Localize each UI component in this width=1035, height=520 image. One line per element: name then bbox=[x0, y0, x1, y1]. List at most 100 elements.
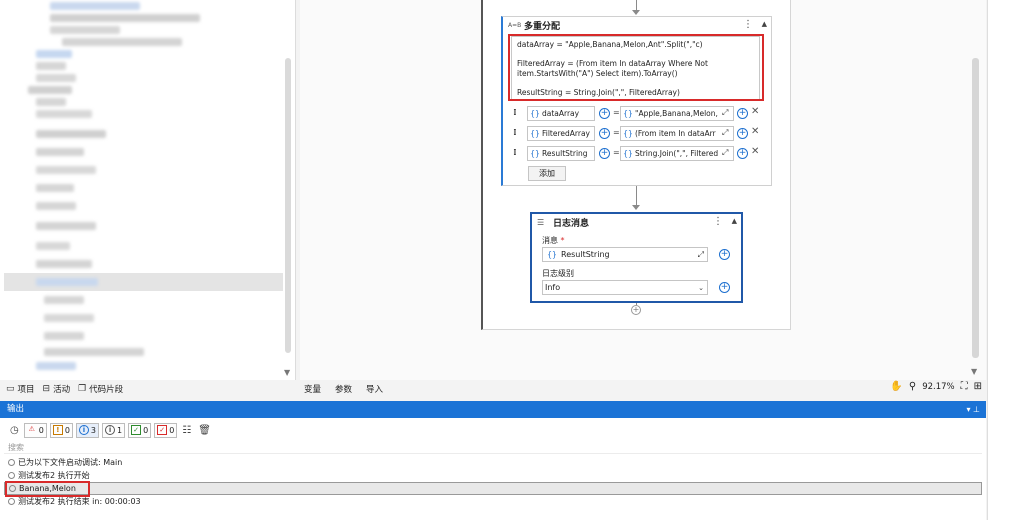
add-variable-icon[interactable]: + bbox=[737, 108, 748, 119]
assign-value: String.Join(",", Filtered bbox=[635, 149, 719, 158]
log-line[interactable]: 已为以下文件启动调试: Main bbox=[4, 456, 982, 469]
assign-to-field[interactable]: {} FilteredArray bbox=[527, 126, 595, 141]
left-scrollbar-thumb[interactable] bbox=[285, 58, 291, 353]
equals-sign: = bbox=[613, 108, 620, 117]
add-activity-icon[interactable]: + bbox=[631, 305, 641, 315]
connector-line bbox=[636, 0, 637, 10]
activity-header[interactable]: ☰ 日志消息 ⋮ ▲ bbox=[532, 214, 741, 231]
trace-count: 1 bbox=[117, 425, 123, 435]
drag-handle-icon[interactable]: ⁞⁞ bbox=[513, 128, 516, 138]
tab-label: 活动 bbox=[53, 385, 71, 395]
message-field[interactable]: {} ResultString ⤢ bbox=[542, 247, 708, 262]
filter-errors-button[interactable]: ⚠ 0 bbox=[23, 422, 47, 438]
add-variable-icon[interactable]: + bbox=[599, 108, 610, 119]
activity-title: 多重分配 bbox=[524, 22, 561, 32]
log-line[interactable]: 测试发布2 执行结束 in: 00:00:03 bbox=[4, 495, 982, 508]
expression-icon: {} bbox=[530, 109, 540, 118]
more-options-icon[interactable]: ⋮ bbox=[713, 216, 723, 227]
drag-handle-icon[interactable]: ⁞⁞ bbox=[513, 108, 516, 118]
multiple-assign-activity[interactable]: A=B 多重分配 ⋮ ▲ dataArray = "Apple,Banana,M… bbox=[501, 16, 772, 186]
tab-label: 项目 bbox=[17, 385, 35, 395]
project-tree-panel: ▼ bbox=[0, 0, 296, 380]
expand-editor-icon[interactable]: ⤢ bbox=[722, 128, 728, 138]
connector-arrow-icon bbox=[632, 205, 640, 210]
red-highlight-box bbox=[508, 34, 764, 101]
collapse-icon[interactable]: ▲ bbox=[732, 217, 737, 225]
trash-icon[interactable]: 🗑 bbox=[196, 423, 213, 438]
assign-value-field[interactable]: {} "Apple,Banana,Melon, bbox=[620, 106, 734, 121]
pin-icon[interactable]: ▾ ⊥ bbox=[966, 401, 980, 418]
zoom-search-icon[interactable]: ⚲ bbox=[909, 381, 916, 392]
filter-warnings-button[interactable]: ! 0 bbox=[49, 422, 73, 438]
folder-icon: ▭ bbox=[6, 384, 15, 394]
chevron-down-icon[interactable]: ⌄ bbox=[698, 284, 704, 292]
tab-activities[interactable]: ⊟ 活动 bbox=[43, 383, 71, 395]
canvas-scrollbar-thumb[interactable] bbox=[972, 58, 979, 358]
log-info-icon bbox=[8, 498, 15, 505]
scroll-down-arrow-icon[interactable]: ▼ bbox=[971, 367, 977, 376]
add-variable-icon[interactable]: + bbox=[737, 148, 748, 159]
tab-project[interactable]: ▭ 项目 bbox=[6, 383, 35, 395]
filter-success-button[interactable]: ✓ 0 bbox=[128, 422, 152, 438]
overview-icon[interactable]: ⊞ bbox=[974, 381, 982, 392]
log-level-label: 日志级别 bbox=[542, 269, 574, 278]
tab-variables[interactable]: 变量 bbox=[304, 383, 321, 395]
error-icon: ⚠ bbox=[28, 425, 35, 433]
expand-editor-icon[interactable]: ⤢ bbox=[722, 148, 728, 158]
log-line-selected[interactable]: Banana,Melon bbox=[4, 482, 982, 495]
fit-to-screen-icon[interactable]: ⛶ bbox=[961, 381, 968, 392]
drag-handle-icon[interactable]: ⁞⁞ bbox=[513, 148, 516, 158]
message-label: 消息 * bbox=[542, 236, 565, 245]
delete-row-icon[interactable]: ✕ bbox=[751, 126, 759, 137]
add-variable-icon[interactable]: + bbox=[737, 128, 748, 139]
log-level-select[interactable]: Info ⌄ bbox=[542, 280, 708, 295]
add-variable-icon[interactable]: + bbox=[599, 148, 610, 159]
filter-trace-button[interactable]: i 1 bbox=[102, 422, 126, 438]
tab-snippets[interactable]: ❐ 代码片段 bbox=[78, 383, 123, 395]
add-variable-icon[interactable]: + bbox=[719, 282, 730, 293]
assign-to-value: dataArray bbox=[542, 109, 580, 118]
info-icon: i bbox=[78, 425, 89, 435]
add-variable-icon[interactable]: + bbox=[719, 249, 730, 260]
log-info-icon bbox=[8, 459, 15, 466]
fail-icon: ✓ bbox=[157, 425, 168, 435]
activity-icon: ⊟ bbox=[42, 384, 51, 394]
log-text: 已为以下文件启动调试: Main bbox=[18, 458, 123, 467]
output-toolbar: ◷ ⚠ 0 ! 0 i 3 i 1 ✓ 0 ✓ 0 ☷ 🗑 bbox=[8, 422, 213, 438]
scroll-down-arrow-icon[interactable]: ▼ bbox=[284, 368, 290, 377]
add-assignment-button[interactable]: 添加 bbox=[528, 166, 566, 181]
filter-info-button[interactable]: i 3 bbox=[75, 422, 100, 438]
delete-row-icon[interactable]: ✕ bbox=[751, 146, 759, 157]
list-filter-icon[interactable]: ☷ bbox=[180, 423, 193, 438]
filter-fail-button[interactable]: ✓ 0 bbox=[154, 422, 178, 438]
expand-editor-icon[interactable]: ⤢ bbox=[698, 250, 704, 260]
assign-to-field[interactable]: {} ResultString bbox=[527, 146, 595, 161]
assign-row: ⁞⁞ {} dataArray + = {} "Apple,Banana,Mel… bbox=[513, 106, 763, 122]
clock-icon[interactable]: ◷ bbox=[8, 423, 21, 438]
log-line[interactable]: 测试发布2 执行开始 bbox=[4, 469, 982, 482]
tab-imports[interactable]: 导入 bbox=[366, 383, 383, 395]
assign-to-field[interactable]: {} dataArray bbox=[527, 106, 595, 121]
zoom-level[interactable]: 92.17% bbox=[922, 382, 954, 392]
assign-to-value: ResultString bbox=[542, 149, 588, 158]
collapse-icon[interactable]: ▲ bbox=[762, 20, 767, 28]
delete-row-icon[interactable]: ✕ bbox=[751, 106, 759, 117]
expression-icon: {} bbox=[530, 129, 540, 138]
tab-arguments[interactable]: 参数 bbox=[335, 383, 352, 395]
output-search-input[interactable]: 搜索 bbox=[4, 442, 982, 454]
log-info-icon bbox=[8, 472, 15, 479]
expression-icon: {} bbox=[623, 129, 633, 138]
assign-value-field[interactable]: {} String.Join(",", Filtered bbox=[620, 146, 734, 161]
snippet-icon: ❐ bbox=[78, 384, 87, 394]
assign-value-field[interactable]: {} (From item In dataArr bbox=[620, 126, 734, 141]
add-variable-icon[interactable]: + bbox=[599, 128, 610, 139]
more-options-icon[interactable]: ⋮ bbox=[743, 19, 753, 30]
activity-header[interactable]: A=B 多重分配 ⋮ ▲ bbox=[503, 17, 771, 34]
hand-tool-icon[interactable]: ✋ bbox=[890, 381, 902, 392]
warning-count: 0 bbox=[64, 425, 70, 435]
log-message-activity[interactable]: ☰ 日志消息 ⋮ ▲ 消息 * {} ResultString ⤢ + 日志级别… bbox=[530, 212, 743, 303]
assign-row: ⁞⁞ {} FilteredArray + = {} (From item In… bbox=[513, 126, 763, 142]
assign-icon: A=B bbox=[508, 22, 522, 29]
error-count: 0 bbox=[38, 425, 44, 435]
expand-editor-icon[interactable]: ⤢ bbox=[722, 108, 728, 118]
